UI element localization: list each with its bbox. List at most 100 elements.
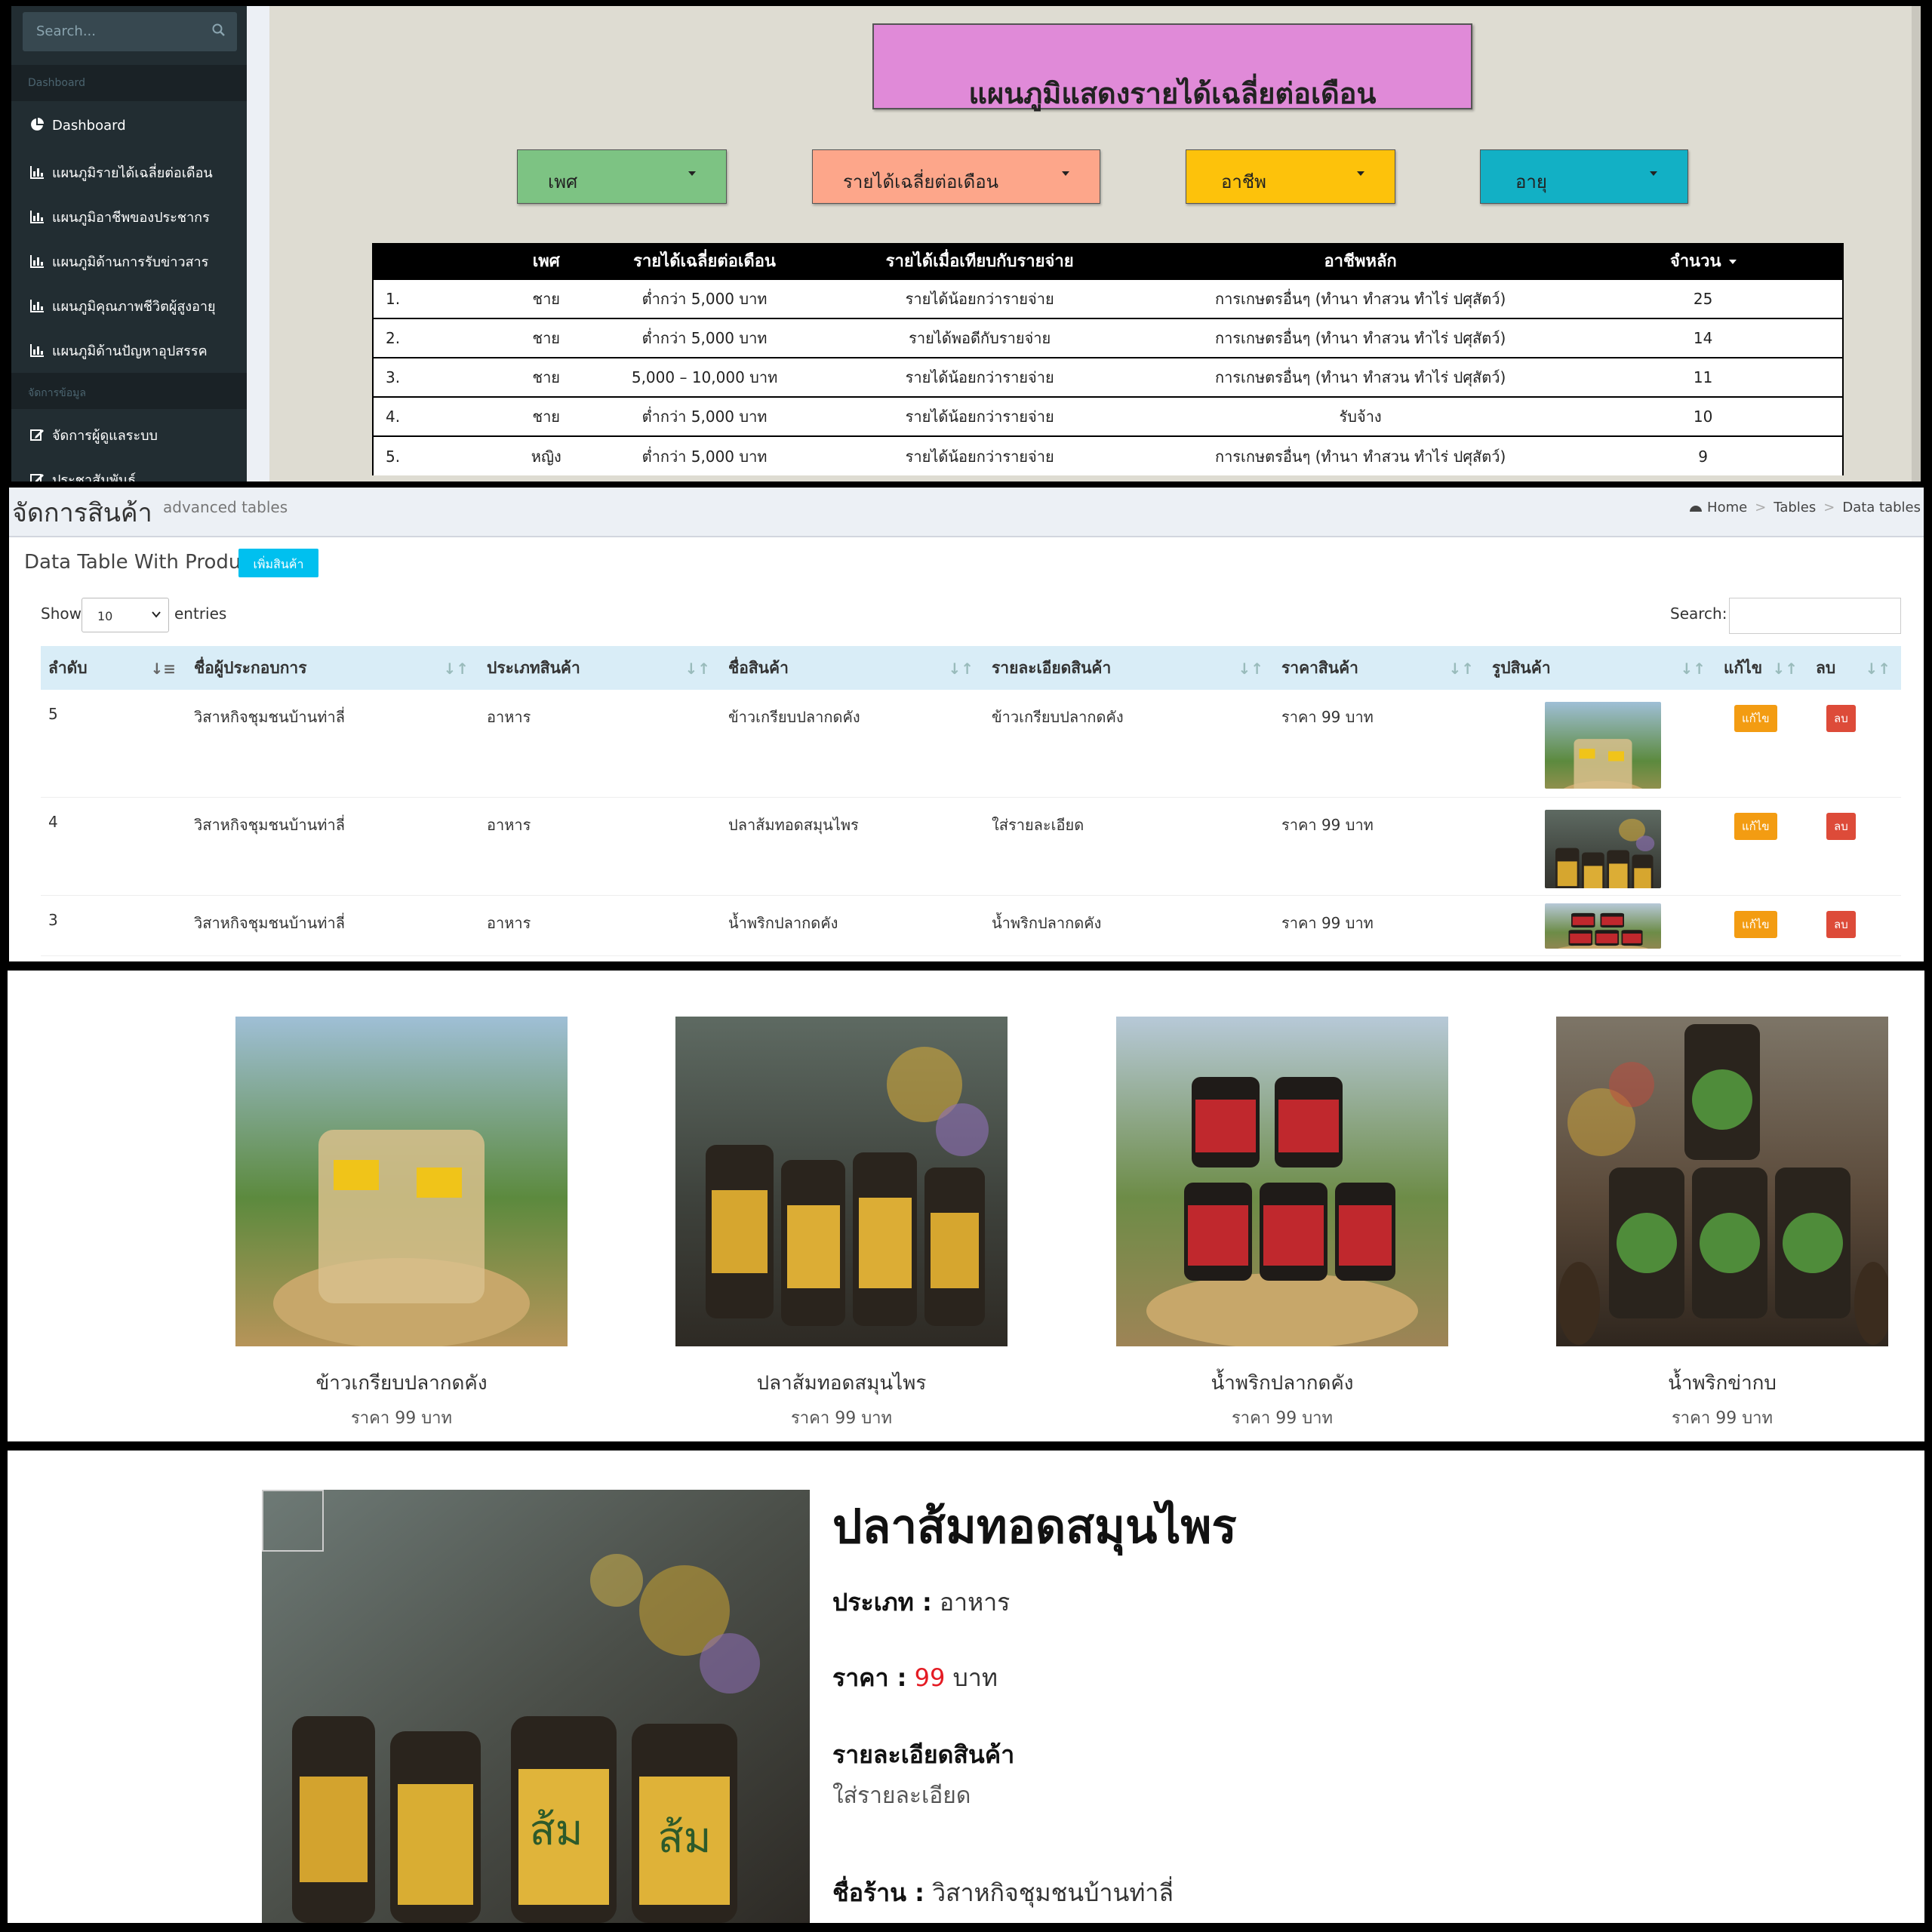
sidebar-item-problems-chart[interactable]: แผนภูมิด้านปัญหาอุปสรรค bbox=[11, 327, 247, 371]
edit-icon bbox=[30, 429, 44, 441]
search-icon[interactable] bbox=[211, 23, 226, 38]
sidebar-item-occupation-chart[interactable]: แผนภูมิอาชีพของประชากร bbox=[11, 193, 247, 237]
edit-button[interactable]: แก้ไข bbox=[1734, 910, 1777, 938]
product-photo-image bbox=[235, 1017, 568, 1346]
table-row: 1. ชาย ต่ำกว่า 5,000 บาท รายได้น้อยกว่ารายจ… bbox=[372, 278, 1844, 318]
sidebar-item-label: แผนภูมิอาชีพของประชากร bbox=[52, 210, 210, 226]
col-gender-header[interactable]: เพศ bbox=[485, 243, 607, 279]
col-name-header[interactable]: ชื่อสินค้า ↓↑ bbox=[721, 646, 984, 690]
dashboard-icon bbox=[1690, 506, 1703, 512]
scrollbar[interactable] bbox=[1912, 6, 1921, 481]
product-photo[interactable] bbox=[235, 1017, 568, 1346]
product-card[interactable]: ปลาส้มทอดสมุนไพร ราคา 99 บาท bbox=[675, 1017, 1008, 1431]
edit-button[interactable]: แก้ไข bbox=[1734, 812, 1777, 840]
product-name-cell: ข้าวเกรียบปลากดคัง bbox=[721, 690, 984, 798]
svg-text:ส้ม: ส้ม bbox=[529, 1806, 583, 1855]
product-card-name[interactable]: น้ำพริกข่ากบ bbox=[1556, 1367, 1888, 1398]
delete-button[interactable]: ลบ bbox=[1826, 910, 1856, 938]
col-vendor-header[interactable]: ชื่อผู้ประกอบการ ↓↑ bbox=[186, 646, 479, 690]
breadcrumb-tables[interactable]: Tables bbox=[1774, 500, 1816, 515]
delete-cell: ลบ bbox=[1808, 690, 1901, 798]
sort-icon: ↓↑ bbox=[1772, 660, 1798, 678]
sidebar-item-dashboard[interactable]: Dashboard bbox=[11, 104, 247, 148]
sidebar-item-label: แผนภูมิคุณภาพชีวิตผู้สูงอายุ bbox=[52, 299, 216, 315]
col-label: ราคาสินค้า bbox=[1281, 658, 1358, 677]
row-index-cell: 3. bbox=[372, 357, 486, 397]
product-card-price: ราคา 99 บาท bbox=[1231, 1409, 1334, 1428]
col-label: รายละเอียดสินค้า bbox=[992, 658, 1112, 677]
table-row: 4 วิสาหกิจชุมชนบ้านท่าลี่ อาหาร ปลาส้มทอดสม… bbox=[41, 797, 1901, 896]
product-photo[interactable] bbox=[675, 1017, 1008, 1346]
sidebar-item-elderly-chart[interactable]: แผนภูมิคุณภาพชีวิตผู้สูงอายุ bbox=[11, 282, 247, 326]
col-order-header[interactable]: ลำดับ ↓≡ bbox=[41, 646, 186, 690]
vendor-cell: วิสาหกิจชุมชนบ้านท่าลี่ bbox=[186, 797, 479, 896]
sidebar-item-announcements[interactable]: ประชาสัมพันธ์ bbox=[11, 456, 247, 481]
product-detail-cell: ข้าวเกรียบปลากดคัง bbox=[984, 690, 1274, 798]
table-search-input[interactable] bbox=[1729, 598, 1901, 634]
zoom-lens[interactable] bbox=[262, 1490, 324, 1552]
sidebar-search-input[interactable]: Search... bbox=[23, 12, 237, 51]
filter-income-dropdown[interactable]: รายได้เฉลี่ยต่อเดือน bbox=[812, 149, 1100, 204]
sidebar-item-income-chart[interactable]: แผนภูมิรายได้เฉลี่ยต่อเดือน bbox=[11, 149, 247, 192]
sidebar-item-admins[interactable]: จัดการผู้ดูแลระบบ bbox=[11, 411, 247, 455]
product-image-cell bbox=[1484, 690, 1716, 798]
delete-button[interactable]: ลบ bbox=[1826, 812, 1856, 840]
bar-chart-icon bbox=[30, 300, 44, 312]
caret-down-icon bbox=[1062, 171, 1069, 176]
delete-button[interactable]: ลบ bbox=[1826, 705, 1856, 732]
filter-label: อายุ bbox=[1515, 171, 1547, 192]
product-photo[interactable] bbox=[1116, 1017, 1448, 1346]
col-label: แก้ไข bbox=[1724, 658, 1763, 677]
sort-active-icon: ↓≡ bbox=[150, 660, 176, 678]
sort-icon: ↓↑ bbox=[1238, 660, 1263, 678]
product-admin-panel: จัดการสินค้า advanced tables Home > Tables… bbox=[9, 488, 1924, 961]
show-label: Show bbox=[41, 605, 82, 623]
edit-icon bbox=[30, 474, 44, 481]
product-card-price: ราคา 99 บาท bbox=[1671, 1409, 1774, 1428]
delete-cell: ลบ bbox=[1808, 797, 1901, 896]
col-type-header[interactable]: ประเภทสินค้า ↓↑ bbox=[479, 646, 721, 690]
product-card-name[interactable]: ปลาส้มทอดสมุนไพร bbox=[675, 1367, 1008, 1398]
content-gutter bbox=[247, 6, 269, 481]
product-photo[interactable] bbox=[1556, 1017, 1888, 1346]
col-edit-header[interactable]: แก้ไข ↓↑ bbox=[1716, 646, 1808, 690]
product-card[interactable]: น้ำพริกข่ากบราคา 99 บาท bbox=[1556, 1017, 1888, 1431]
edit-button[interactable]: แก้ไข bbox=[1734, 705, 1777, 732]
product-name-cell: น้ำพริกปลากดคัง bbox=[721, 895, 984, 956]
gender-cell: ชาย bbox=[485, 278, 607, 318]
col-image-header[interactable]: รูปสินค้า ↓↑ bbox=[1484, 646, 1716, 690]
sidebar-item-label: ประชาสัมพันธ์ bbox=[52, 472, 137, 481]
income-cell: ต่ำกว่า 5,000 บาท bbox=[606, 318, 803, 358]
product-card[interactable]: น้ำพริกปลากดคังราคา 99 บาท bbox=[1116, 1017, 1448, 1431]
search-label: Search: bbox=[1670, 605, 1727, 623]
col-count-header[interactable]: จำนวน bbox=[1564, 243, 1844, 279]
product-thumbnail[interactable] bbox=[1545, 702, 1661, 789]
product-card-name[interactable]: ข้าวเกรียบปลากดคัง bbox=[235, 1367, 568, 1398]
type-cell: อาหาร bbox=[479, 895, 721, 956]
product-thumbnail[interactable] bbox=[1545, 903, 1661, 949]
product-thumbnail[interactable] bbox=[1545, 809, 1661, 888]
col-detail-header[interactable]: รายละเอียดสินค้า ↓↑ bbox=[984, 646, 1274, 690]
breadcrumb-home[interactable]: Home bbox=[1707, 500, 1747, 515]
table-row: 3 วิสาหกิจชุมชนบ้านท่าลี่ อาหาร น้ำพริกปลาก… bbox=[41, 895, 1901, 956]
sidebar-item-news-chart[interactable]: แผนภูมิด้านการรับข่าวสาร bbox=[11, 238, 247, 281]
price-cell: ราคา 99 บาท bbox=[1274, 690, 1484, 798]
filter-occupation-dropdown[interactable]: อาชีพ bbox=[1186, 149, 1395, 204]
add-product-button[interactable]: เพิ่มสินค้า bbox=[238, 549, 318, 577]
vendor-cell: วิสาหกิจชุมชนบ้านท่าลี่ bbox=[186, 895, 479, 956]
table-row: 5 วิสาหกิจชุมชนบ้านท่าลี่ อาหาร ข้าวเกรียบป… bbox=[41, 690, 1901, 798]
filter-age-dropdown[interactable]: อายุ bbox=[1480, 149, 1688, 204]
filter-gender-dropdown[interactable]: เพศ bbox=[517, 149, 727, 204]
col-price-header[interactable]: ราคาสินค้า ↓↑ bbox=[1274, 646, 1484, 690]
entries-length-select[interactable]: 10 bbox=[82, 598, 169, 632]
income-vs-expense-cell: รายได้น้อยกว่ารายจ่าย bbox=[802, 396, 1157, 436]
product-type-row: ประเภท : อาหาร bbox=[832, 1583, 1010, 1622]
count-cell: 11 bbox=[1564, 357, 1844, 397]
col-income-header[interactable]: รายได้เฉลี่ยต่อเดือน bbox=[606, 243, 803, 279]
col-occupation-header[interactable]: อาชีพหลัก bbox=[1156, 243, 1564, 279]
product-card[interactable]: ข้าวเกรียบปลากดคัง ราคา 99 บาท bbox=[235, 1017, 568, 1431]
col-delete-header[interactable]: ลบ ↓↑ bbox=[1808, 646, 1901, 690]
content-header: จัดการสินค้า advanced tables Home > Tables… bbox=[9, 488, 1924, 537]
col-compare-header[interactable]: รายได้เมื่อเทียบกับรายจ่าย bbox=[802, 243, 1157, 279]
product-card-name[interactable]: น้ำพริกปลากดคัง bbox=[1116, 1367, 1448, 1398]
